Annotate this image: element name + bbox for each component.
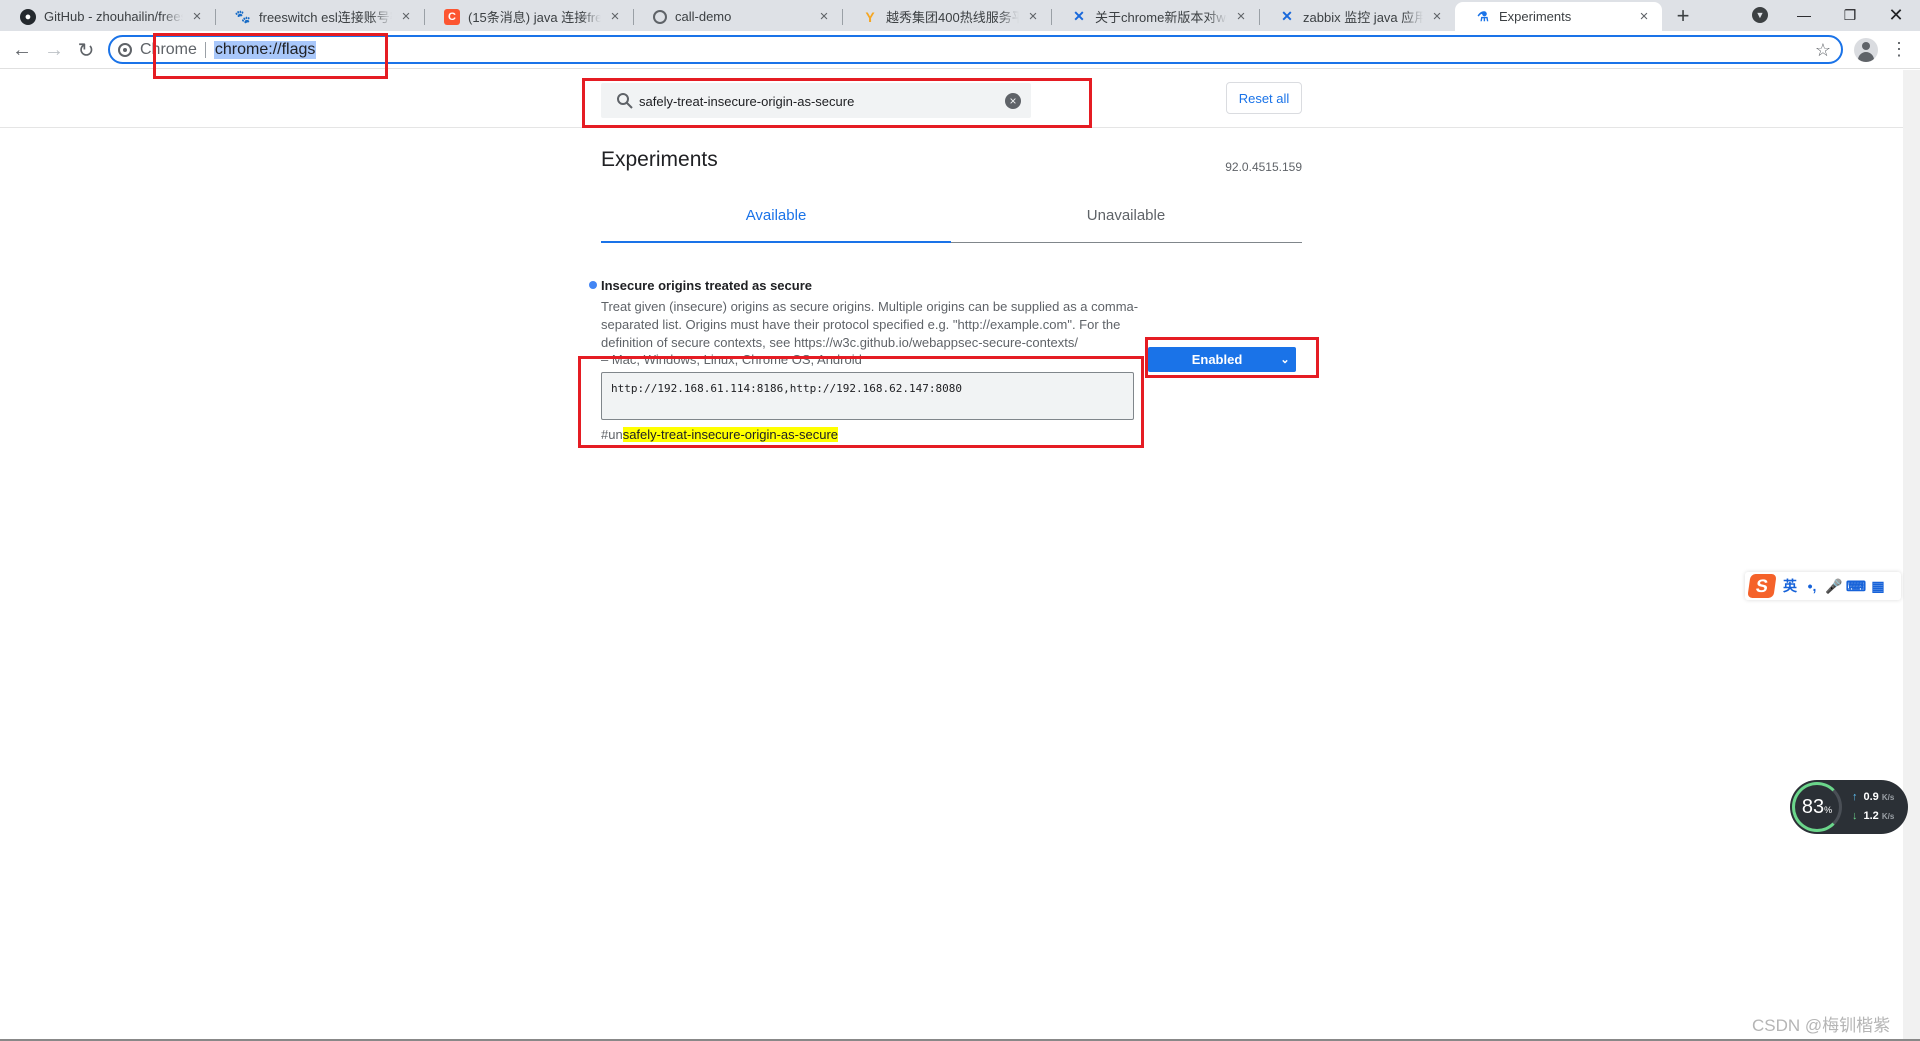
close-tab-icon[interactable]: × (1025, 8, 1041, 25)
speed-unit: K/s (1881, 812, 1895, 821)
usage-percent: 83 (1801, 796, 1825, 818)
browser-tab[interactable]: ✕ zabbix 监控 java 应用 - Gr × (1259, 2, 1455, 31)
tab-title: 越秀集团400热线服务平台 (886, 10, 1019, 25)
arrow-left-icon: ← (12, 38, 32, 61)
star-icon[interactable]: ☆ (1815, 40, 1831, 61)
csdn-icon: C (444, 8, 460, 25)
close-tab-icon[interactable]: × (189, 8, 205, 25)
ime-language-toggle[interactable]: 英 (1779, 576, 1801, 596)
keyboard-icon[interactable]: ⌨ (1845, 578, 1867, 595)
tab-title: GitHub - zhouhailin/freeswitch (44, 9, 183, 24)
cpu-usage-gauge: 83% (1792, 782, 1842, 832)
tab-title: (15条消息) java 连接freeSWITCH (468, 10, 601, 25)
arrow-down-icon: ↓ (1852, 810, 1858, 822)
new-tab-button[interactable]: + (1670, 4, 1696, 30)
github-icon: ● (20, 8, 36, 25)
minimize-icon: — (1797, 7, 1811, 23)
tab-strip: ● GitHub - zhouhailin/freeswitch × 🐾 fre… (0, 0, 1920, 31)
grid-icon[interactable]: ▦ (1867, 578, 1889, 595)
csdn-watermark: CSDN @梅钏楷紫 (1752, 1016, 1891, 1035)
close-tab-icon[interactable]: × (1233, 8, 1249, 25)
speed-unit: K/s (1881, 793, 1895, 802)
browser-tab-active[interactable]: ⚗ Experiments × (1455, 2, 1662, 31)
reload-icon: ↻ (77, 39, 95, 62)
globe-icon (653, 9, 667, 24)
forward-button[interactable]: → (40, 36, 68, 64)
tab-unavailable[interactable]: Unavailable (951, 198, 1301, 242)
tab-title: call-demo (675, 9, 732, 24)
sogou-logo-icon: S (1747, 574, 1777, 598)
ime-toolbar[interactable]: S 英 •, 🎤 ⌨ ▦ (1745, 572, 1901, 600)
arrow-right-icon: → (44, 38, 64, 61)
page-scrollbar[interactable] (1903, 70, 1920, 1041)
tab-title: freeswitch esl连接账号密码 (259, 10, 392, 25)
close-tab-icon[interactable]: × (398, 8, 414, 25)
annotation-box-select (1145, 337, 1319, 378)
close-tab-icon[interactable]: × (816, 8, 832, 25)
flask-icon: ⚗ (1477, 8, 1489, 24)
kebab-menu-icon[interactable]: ⋮ (1890, 37, 1908, 63)
tab-available[interactable]: Available (601, 198, 951, 243)
restore-icon: ❐ (1843, 6, 1857, 23)
annotation-box-address (153, 33, 388, 79)
baidu-paw-icon: 🐾 (234, 8, 252, 24)
upload-speed: ↑ 0.9 K/s (1852, 791, 1894, 803)
close-tab-icon[interactable]: × (607, 8, 623, 25)
annotation-box-search (582, 78, 1092, 128)
confluence-icon: ✕ (1281, 8, 1293, 24)
chevron-down-circle-icon: ▼ (1752, 7, 1768, 23)
upload-value: 0.9 (1863, 791, 1879, 803)
annotation-box-textarea (578, 356, 1144, 448)
minimize-button[interactable]: — (1782, 2, 1826, 28)
close-icon: ✕ (1888, 4, 1904, 25)
flag-name: Insecure origins treated as secure (601, 278, 812, 293)
flags-tabs: Available Unavailable (601, 198, 1302, 243)
reset-all-button[interactable]: Reset all (1226, 82, 1302, 114)
profile-avatar-icon[interactable] (1854, 38, 1878, 62)
tab-title: zabbix 监控 java 应用 - Gr (1303, 10, 1423, 25)
browser-tab[interactable]: 🐾 freeswitch esl连接账号密码 × (215, 2, 424, 31)
usage-percent-unit: % (1824, 805, 1833, 815)
arrow-up-icon: ↑ (1852, 791, 1858, 803)
download-value: 1.2 (1863, 810, 1879, 822)
chrome-site-icon (118, 42, 132, 57)
tab-title: Experiments (1499, 9, 1572, 24)
modified-flag-dot (589, 281, 597, 289)
back-button[interactable]: ← (8, 36, 36, 64)
reload-button[interactable]: ↻ (72, 36, 100, 64)
ime-punctuation-toggle[interactable]: •, (1801, 578, 1823, 594)
close-tab-icon[interactable]: × (1429, 8, 1445, 25)
download-speed: ↓ 1.2 K/s (1852, 810, 1894, 822)
flag-description: Treat given (insecure) origins as secure… (601, 299, 1139, 350)
tab-title: 关于chrome新版本对webRTC (1095, 10, 1227, 25)
restore-button[interactable]: ❐ (1828, 2, 1872, 28)
browser-tab[interactable]: call-demo × (633, 2, 842, 31)
close-window-button[interactable]: ✕ (1874, 2, 1918, 28)
browser-tab[interactable]: ✕ 关于chrome新版本对webRTC × (1051, 2, 1259, 31)
network-monitor-widget[interactable]: 83% ↑ 0.9 K/s ↓ 1.2 K/s (1790, 780, 1908, 834)
chrome-version: 92.0.4515.159 (1225, 160, 1302, 174)
browser-tab[interactable]: ● GitHub - zhouhailin/freeswitch × (0, 2, 215, 31)
yuexiu-logo-icon: Y (865, 8, 875, 25)
browser-tab[interactable]: C (15条消息) java 连接freeSWITCH × (424, 2, 633, 31)
page-title: Experiments (601, 148, 718, 171)
close-tab-icon[interactable]: × (1636, 8, 1652, 25)
tab-search-button[interactable]: ▼ (1738, 2, 1782, 28)
confluence-icon: ✕ (1073, 8, 1085, 24)
microphone-icon[interactable]: 🎤 (1823, 578, 1845, 595)
browser-tab[interactable]: Y 越秀集团400热线服务平台 × (842, 2, 1051, 31)
